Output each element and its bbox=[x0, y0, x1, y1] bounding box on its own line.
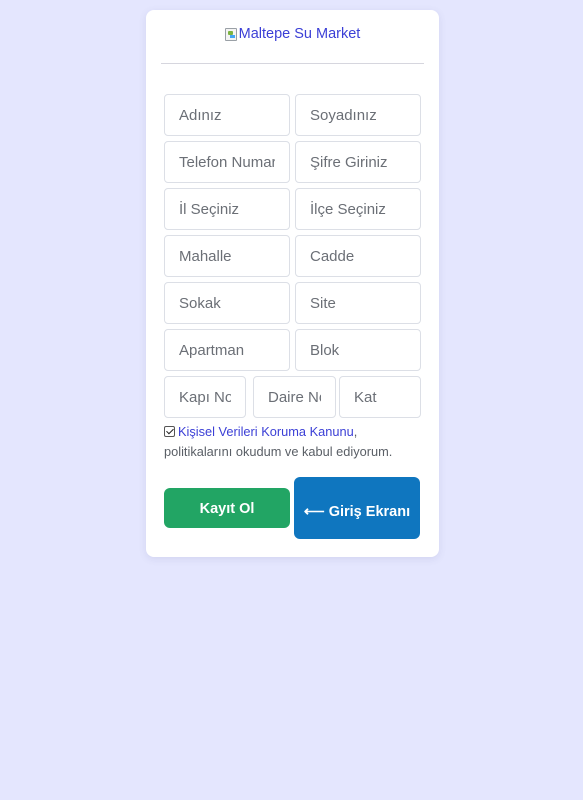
flat-no-input[interactable] bbox=[253, 376, 336, 418]
street-input[interactable] bbox=[164, 282, 290, 324]
door-no-input[interactable] bbox=[164, 376, 246, 418]
logo-alt-text: Maltepe Su Market bbox=[238, 26, 361, 42]
register-card: Maltepe Su Market Kişisel Verileri Korum… bbox=[146, 10, 439, 557]
avenue-input[interactable] bbox=[295, 235, 421, 277]
kvkk-link[interactable]: Kişisel Verileri Koruma Kanunu bbox=[178, 424, 354, 439]
first-name-input[interactable] bbox=[164, 94, 290, 136]
consent-text: politikalarını okudum ve kabul ediyorum. bbox=[164, 444, 393, 459]
phone-input[interactable] bbox=[164, 141, 290, 183]
floor-input[interactable] bbox=[339, 376, 421, 418]
login-screen-button[interactable]: ⟵ Giriş Ekranı bbox=[294, 477, 420, 539]
last-name-input[interactable] bbox=[295, 94, 421, 136]
province-select[interactable] bbox=[164, 188, 290, 230]
block-input[interactable] bbox=[295, 329, 421, 371]
broken-image-icon bbox=[224, 27, 237, 41]
logo-link[interactable]: Maltepe Su Market bbox=[224, 26, 361, 42]
consent-row: Kişisel Verileri Koruma Kanunu, politika… bbox=[164, 422, 426, 462]
apartment-input[interactable] bbox=[164, 329, 290, 371]
site-input[interactable] bbox=[295, 282, 421, 324]
neighborhood-input[interactable] bbox=[164, 235, 290, 277]
consent-checkbox[interactable] bbox=[164, 426, 175, 437]
header-divider bbox=[161, 63, 424, 64]
district-select[interactable] bbox=[295, 188, 421, 230]
register-button[interactable]: Kayıt Ol bbox=[164, 488, 290, 528]
password-input[interactable] bbox=[295, 141, 421, 183]
logo-container: Maltepe Su Market bbox=[146, 26, 439, 46]
consent-separator: , bbox=[353, 424, 358, 439]
